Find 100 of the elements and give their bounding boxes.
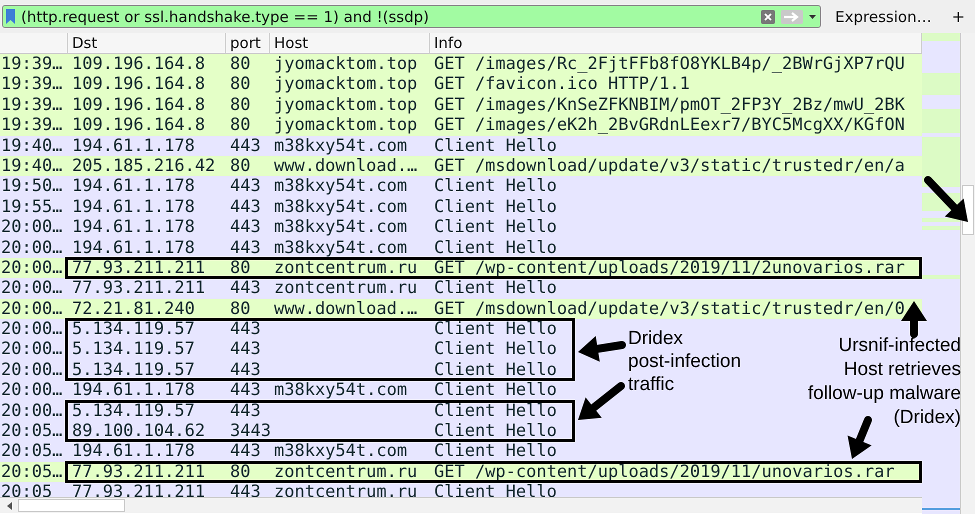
table-cell-text: 77.93.211.211 bbox=[71, 482, 206, 497]
table-cell-text: 5.134.119.57 bbox=[71, 360, 195, 380]
table-cell: 20:00… bbox=[0, 238, 62, 258]
table-cell-text: GET /images/eK2h_2BvGRdnLEexr7/BYC5McgXX/KGfON bbox=[433, 115, 905, 136]
column-header[interactable]: Dst bbox=[68, 33, 226, 53]
table-cell-text: 443 bbox=[229, 136, 261, 156]
table-cell: 19:55… bbox=[0, 196, 62, 218]
table-cell: 19:40… bbox=[0, 156, 62, 176]
table-cell-text: 443 bbox=[229, 482, 261, 497]
table-cell-text: 80 bbox=[229, 298, 250, 320]
table-cell-text: 443 bbox=[229, 319, 261, 340]
table-cell-text: Client Hello bbox=[433, 196, 557, 218]
table-cell: 20:05 bbox=[0, 482, 52, 497]
table-cell-text: www.download.… bbox=[273, 156, 418, 176]
table-cell-text: Client Hello bbox=[433, 278, 557, 299]
table-cell-text: 194.61.1.178 bbox=[71, 441, 195, 462]
arrow bbox=[578, 382, 625, 420]
table-cell-text: Client Hello bbox=[433, 319, 557, 340]
table-cell-text: 109.196.164.8 bbox=[71, 74, 206, 95]
table-cell-text: 5.134.119.57 bbox=[71, 339, 195, 360]
table-cell: 20:05… bbox=[0, 421, 62, 442]
table-cell-text: 3443 bbox=[229, 421, 271, 442]
table-cell-text: 80 bbox=[229, 462, 250, 482]
table-cell-text: Client Hello bbox=[433, 400, 557, 422]
table-cell: 20:00… bbox=[0, 360, 62, 380]
table-cell-text: 443 bbox=[229, 380, 261, 401]
table-cell-text: Client Hello bbox=[433, 238, 557, 258]
vertical-scrollbar[interactable] bbox=[960, 33, 975, 514]
table-cell-text: zontcentrum.ru bbox=[273, 482, 418, 497]
table-cell-text: 443 bbox=[229, 360, 261, 380]
table-cell-text: 194.61.1.178 bbox=[71, 136, 195, 156]
column-header[interactable]: Host bbox=[270, 33, 430, 53]
filter-bar[interactable]: (http.request or ssl.handshake.type == 1) and !(ssdp) bbox=[2, 5, 822, 28]
bookmark-icon[interactable] bbox=[6, 9, 15, 24]
table-cell: 20:00… bbox=[0, 339, 62, 360]
table-cell: 19:39… bbox=[0, 94, 62, 116]
table-cell-text: GET /images/Rc_2FjtFFb8fO8YKLB4p/_2BWrGjXP7rQU bbox=[433, 54, 905, 74]
table-cell-text: GET /favicon.ico HTTP/1.1 bbox=[433, 74, 690, 95]
table-cell-text: 5.134.119.57 bbox=[71, 400, 195, 422]
table-cell-text: 77.93.211.211 bbox=[71, 258, 206, 278]
table-cell-text: m38kxy54t.com bbox=[273, 217, 408, 238]
table-cell-text: Client Hello bbox=[433, 380, 557, 401]
horizontal-scrollbar[interactable] bbox=[0, 497, 922, 513]
column-header[interactable]: port bbox=[226, 33, 270, 53]
table-cell: 20:05… bbox=[0, 441, 62, 462]
table-cell: 20:00… bbox=[0, 217, 62, 238]
table-cell-text: 194.61.1.178 bbox=[71, 238, 195, 258]
table-cell-text: GET /wp-content/uploads/2019/11/unovarios.rar bbox=[433, 462, 895, 482]
table-cell-text: Client Hello bbox=[433, 339, 557, 360]
dropdown-caret-icon[interactable] bbox=[809, 14, 816, 18]
table-cell-text: 80 bbox=[229, 74, 250, 95]
table-cell-text: 194.61.1.178 bbox=[71, 176, 195, 197]
table-cell-text: zontcentrum.ru bbox=[273, 278, 418, 299]
table-cell-text: m38kxy54t.com bbox=[273, 136, 408, 156]
table-cell-text: 109.196.164.8 bbox=[71, 115, 206, 136]
table-cell-text: Client Hello bbox=[433, 421, 557, 442]
table-cell-text: 443 bbox=[229, 441, 261, 462]
table-cell-text: 80 bbox=[229, 54, 250, 74]
table-cell-text: 194.61.1.178 bbox=[71, 196, 195, 218]
add-button[interactable]: + bbox=[944, 7, 973, 26]
table-cell-text: 194.61.1.178 bbox=[71, 217, 195, 238]
table-cell-text: m38kxy54t.com bbox=[273, 380, 408, 401]
table-cell-text: 443 bbox=[229, 217, 261, 238]
table-cell-text: 194.61.1.178 bbox=[71, 380, 195, 401]
table-cell-text: 5.134.119.57 bbox=[71, 319, 195, 340]
table-cell-text: jyomacktom.top bbox=[273, 115, 418, 136]
table-cell-text: 443 bbox=[229, 238, 261, 258]
table-cell-text: 443 bbox=[229, 339, 261, 360]
annotation-text: Dridex post-infection traffic bbox=[628, 327, 742, 396]
table-cell-text: Client Hello bbox=[433, 441, 557, 462]
clear-icon[interactable] bbox=[761, 10, 776, 24]
table-cell-text: GET /images/KnSeZFKNBIM/pmOT_2FP3Y_2Bz/mwU_2BK bbox=[433, 94, 905, 116]
table-cell-text: Client Hello bbox=[433, 217, 557, 238]
table-cell-text: 80 bbox=[229, 156, 250, 176]
table-cell: 20:00… bbox=[0, 278, 62, 299]
table-cell-text: Client Hello bbox=[433, 482, 557, 497]
table-cell-text: GET /msdownload/update/v3/static/trustedr/en/0 bbox=[433, 298, 905, 320]
table-cell: 19:39… bbox=[0, 54, 62, 74]
table-cell-text: jyomacktom.top bbox=[273, 74, 418, 95]
table-cell-text: jyomacktom.top bbox=[273, 54, 418, 74]
table-cell: 20:00… bbox=[0, 319, 62, 340]
display-filter-field[interactable]: (http.request or ssl.handshake.type == 1) and !(ssdp) bbox=[21, 8, 756, 26]
table-cell-text: m38kxy54t.com bbox=[273, 238, 408, 258]
table-cell-text: 205.185.216.42 bbox=[71, 156, 216, 176]
table-cell-text: m38kxy54t.com bbox=[273, 196, 408, 218]
table-cell-text: 443 bbox=[229, 176, 261, 197]
table-cell-text: Client Hello bbox=[433, 176, 557, 197]
table-cell-text: jyomacktom.top bbox=[273, 94, 418, 116]
table-cell-text: 77.93.211.211 bbox=[71, 462, 206, 482]
table-cell: 20:00… bbox=[0, 298, 62, 320]
table-cell-text: 89.100.104.62 bbox=[71, 421, 206, 442]
table-cell-text: Client Hello bbox=[433, 360, 557, 380]
expression-button[interactable]: Expression… bbox=[831, 8, 936, 26]
table-cell-text: GET /msdownload/update/v3/static/trustedr/en/a bbox=[433, 156, 905, 176]
table-cell: 20:00… bbox=[0, 258, 62, 278]
table-cell-text: 443 bbox=[229, 400, 261, 422]
arrow bbox=[848, 416, 872, 459]
table-cell-text: 443 bbox=[229, 278, 261, 299]
table-cell: 19:39… bbox=[0, 115, 62, 136]
arrow bbox=[924, 176, 968, 222]
